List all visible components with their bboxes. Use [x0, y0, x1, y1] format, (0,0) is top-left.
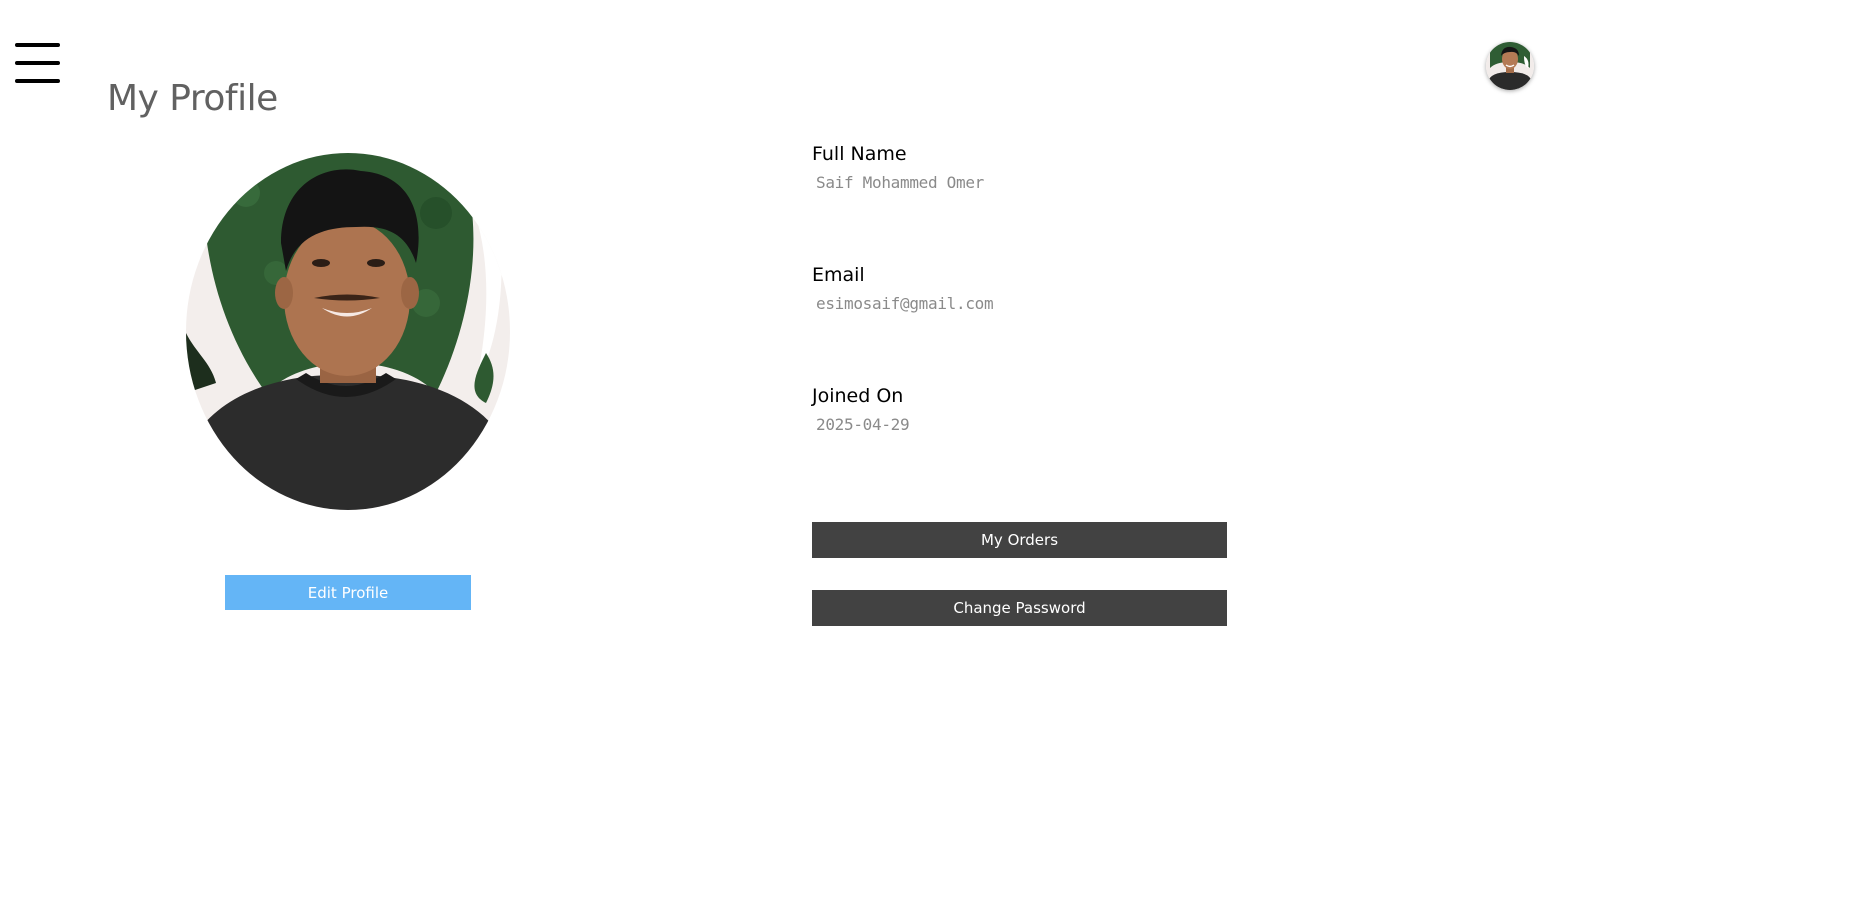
joined-on-value: 2025-04-29: [816, 415, 910, 434]
page-title: My Profile: [107, 78, 278, 119]
full-name-label: Full Name: [812, 143, 907, 165]
profile-photo-image: [186, 153, 510, 510]
hamburger-menu-icon[interactable]: [15, 40, 61, 86]
joined-on-field: Joined On 2025-04-29: [812, 385, 910, 434]
user-avatar-image: [1486, 42, 1534, 90]
my-orders-button[interactable]: My Orders: [812, 522, 1227, 558]
user-avatar[interactable]: [1486, 42, 1534, 90]
menu-bar: [15, 43, 60, 47]
email-value: esimosaif@gmail.com: [816, 294, 994, 313]
menu-bar: [15, 61, 60, 65]
full-name-value: Saif Mohammed Omer: [816, 173, 984, 192]
edit-profile-button[interactable]: Edit Profile: [225, 575, 471, 610]
joined-on-label: Joined On: [812, 385, 904, 407]
menu-bar: [15, 79, 60, 83]
full-name-field: Full Name Saif Mohammed Omer: [812, 143, 984, 192]
email-field: Email esimosaif@gmail.com: [812, 264, 994, 313]
email-label: Email: [812, 264, 865, 286]
profile-page: My Profile Edit Profile Full Name Saif M…: [0, 0, 1860, 901]
profile-photo: [186, 153, 510, 510]
change-password-button[interactable]: Change Password: [812, 590, 1227, 626]
